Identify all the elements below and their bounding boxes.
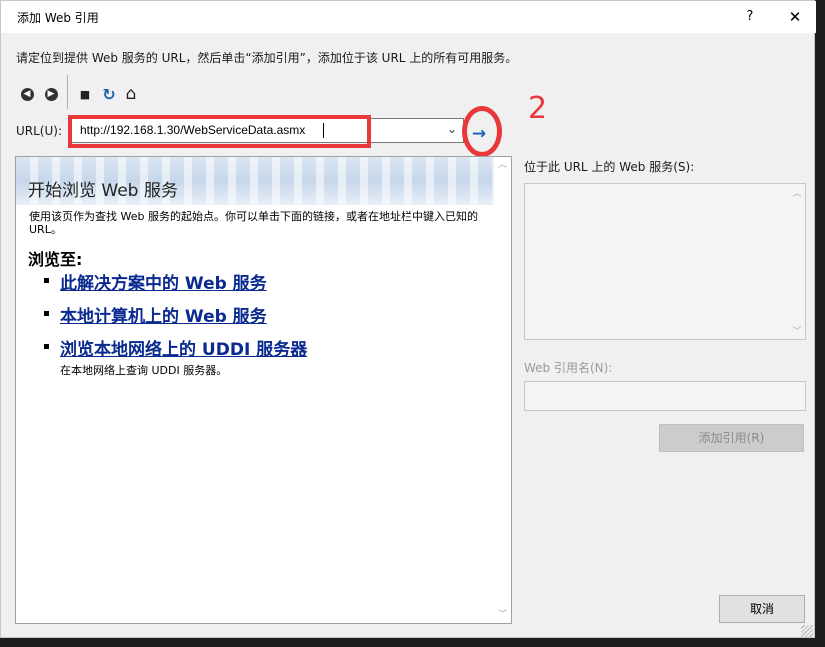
link-local-machine-services[interactable]: 本地计算机上的 Web 服务 [60,307,267,327]
link-uddi-servers[interactable]: 浏览本地网络上的 UDDI 服务器 [60,340,307,360]
help-button[interactable]: ? [736,5,764,29]
browser-scrollbar[interactable]: ︿ ﹀ [494,157,511,623]
stop-icon: ■ [79,87,91,101]
stop-button[interactable]: ■ [75,81,95,107]
services-label: 位于此 URL 上的 Web 服务(S): [524,160,695,174]
annotation-circle [462,106,502,157]
home-button[interactable]: ⌂ [121,81,141,107]
chevron-up-icon[interactable]: ︿ [789,186,805,199]
list-item: 此解决方案中的 Web 服务 [44,269,499,294]
window-title: 添加 Web 引用 [17,11,99,25]
list-item: 本地计算机上的 Web 服务 [44,302,499,327]
banner: 开始浏览 Web 服务 [16,157,511,205]
link-uddi-description: 在本地网络上查询 UDDI 服务器。 [60,364,228,377]
reference-name-label: Web 引用名(N): [524,361,613,375]
cancel-button[interactable]: 取消 [719,595,805,623]
resize-grip[interactable] [801,625,813,637]
chevron-down-icon[interactable]: ﹀ [789,324,805,337]
chevron-down-icon[interactable]: ﹀ [494,607,511,623]
add-web-reference-dialog: 添加 Web 引用 ? ✕ 请定位到提供 Web 服务的 URL，然后单击“添加… [0,0,816,638]
forward-button[interactable]: ▶ [41,81,61,107]
instruction-text: 请定位到提供 Web 服务的 URL，然后单击“添加引用”，添加位于该 URL … [16,51,518,65]
browser-pane: 开始浏览 Web 服务 使用该页作为查找 Web 服务的起始点。你可以单击下面的… [15,156,512,624]
annotation-number-2: 2 [528,91,548,126]
bullet [44,278,49,283]
home-icon: ⌂ [125,84,137,104]
description-text: 使用该页作为查找 Web 服务的起始点。你可以单击下面的链接，或者在地址栏中键入… [29,210,478,236]
bullet [44,344,49,349]
list-item: 浏览本地网络上的 UDDI 服务器 在本地网络上查询 UDDI 服务器。 [44,335,499,378]
title-bar: 添加 Web 引用 ? ✕ [1,1,816,33]
chevron-up-icon[interactable]: ︿ [494,157,511,173]
refresh-icon: ↻ [102,84,116,104]
add-reference-button[interactable]: 添加引用(R) [659,424,804,452]
link-list: 此解决方案中的 Web 服务 本地计算机上的 Web 服务 浏览本地网络上的 U… [44,269,499,386]
bullet [44,311,49,316]
browser-toolbar: ◀ ▶ ■ ↻ ⌂ [17,75,157,109]
link-solution-services[interactable]: 此解决方案中的 Web 服务 [60,274,267,294]
chevron-down-icon[interactable]: ⌄ [447,122,457,136]
back-button[interactable]: ◀ [17,81,37,107]
browse-heading: 浏览至: [28,250,83,269]
refresh-button[interactable]: ↻ [99,81,119,107]
banner-title: 开始浏览 Web 服务 [28,181,178,201]
forward-icon: ▶ [44,87,58,101]
services-scrollbar[interactable]: ︿ ﹀ [789,184,805,339]
close-button[interactable]: ✕ [779,5,811,29]
annotation-rectangle [68,115,371,148]
reference-name-field[interactable] [524,381,806,411]
back-icon: ◀ [20,87,34,101]
services-list[interactable]: ︿ ﹀ [524,183,806,340]
url-label: URL(U): [16,124,62,138]
toolbar-separator [67,75,68,109]
